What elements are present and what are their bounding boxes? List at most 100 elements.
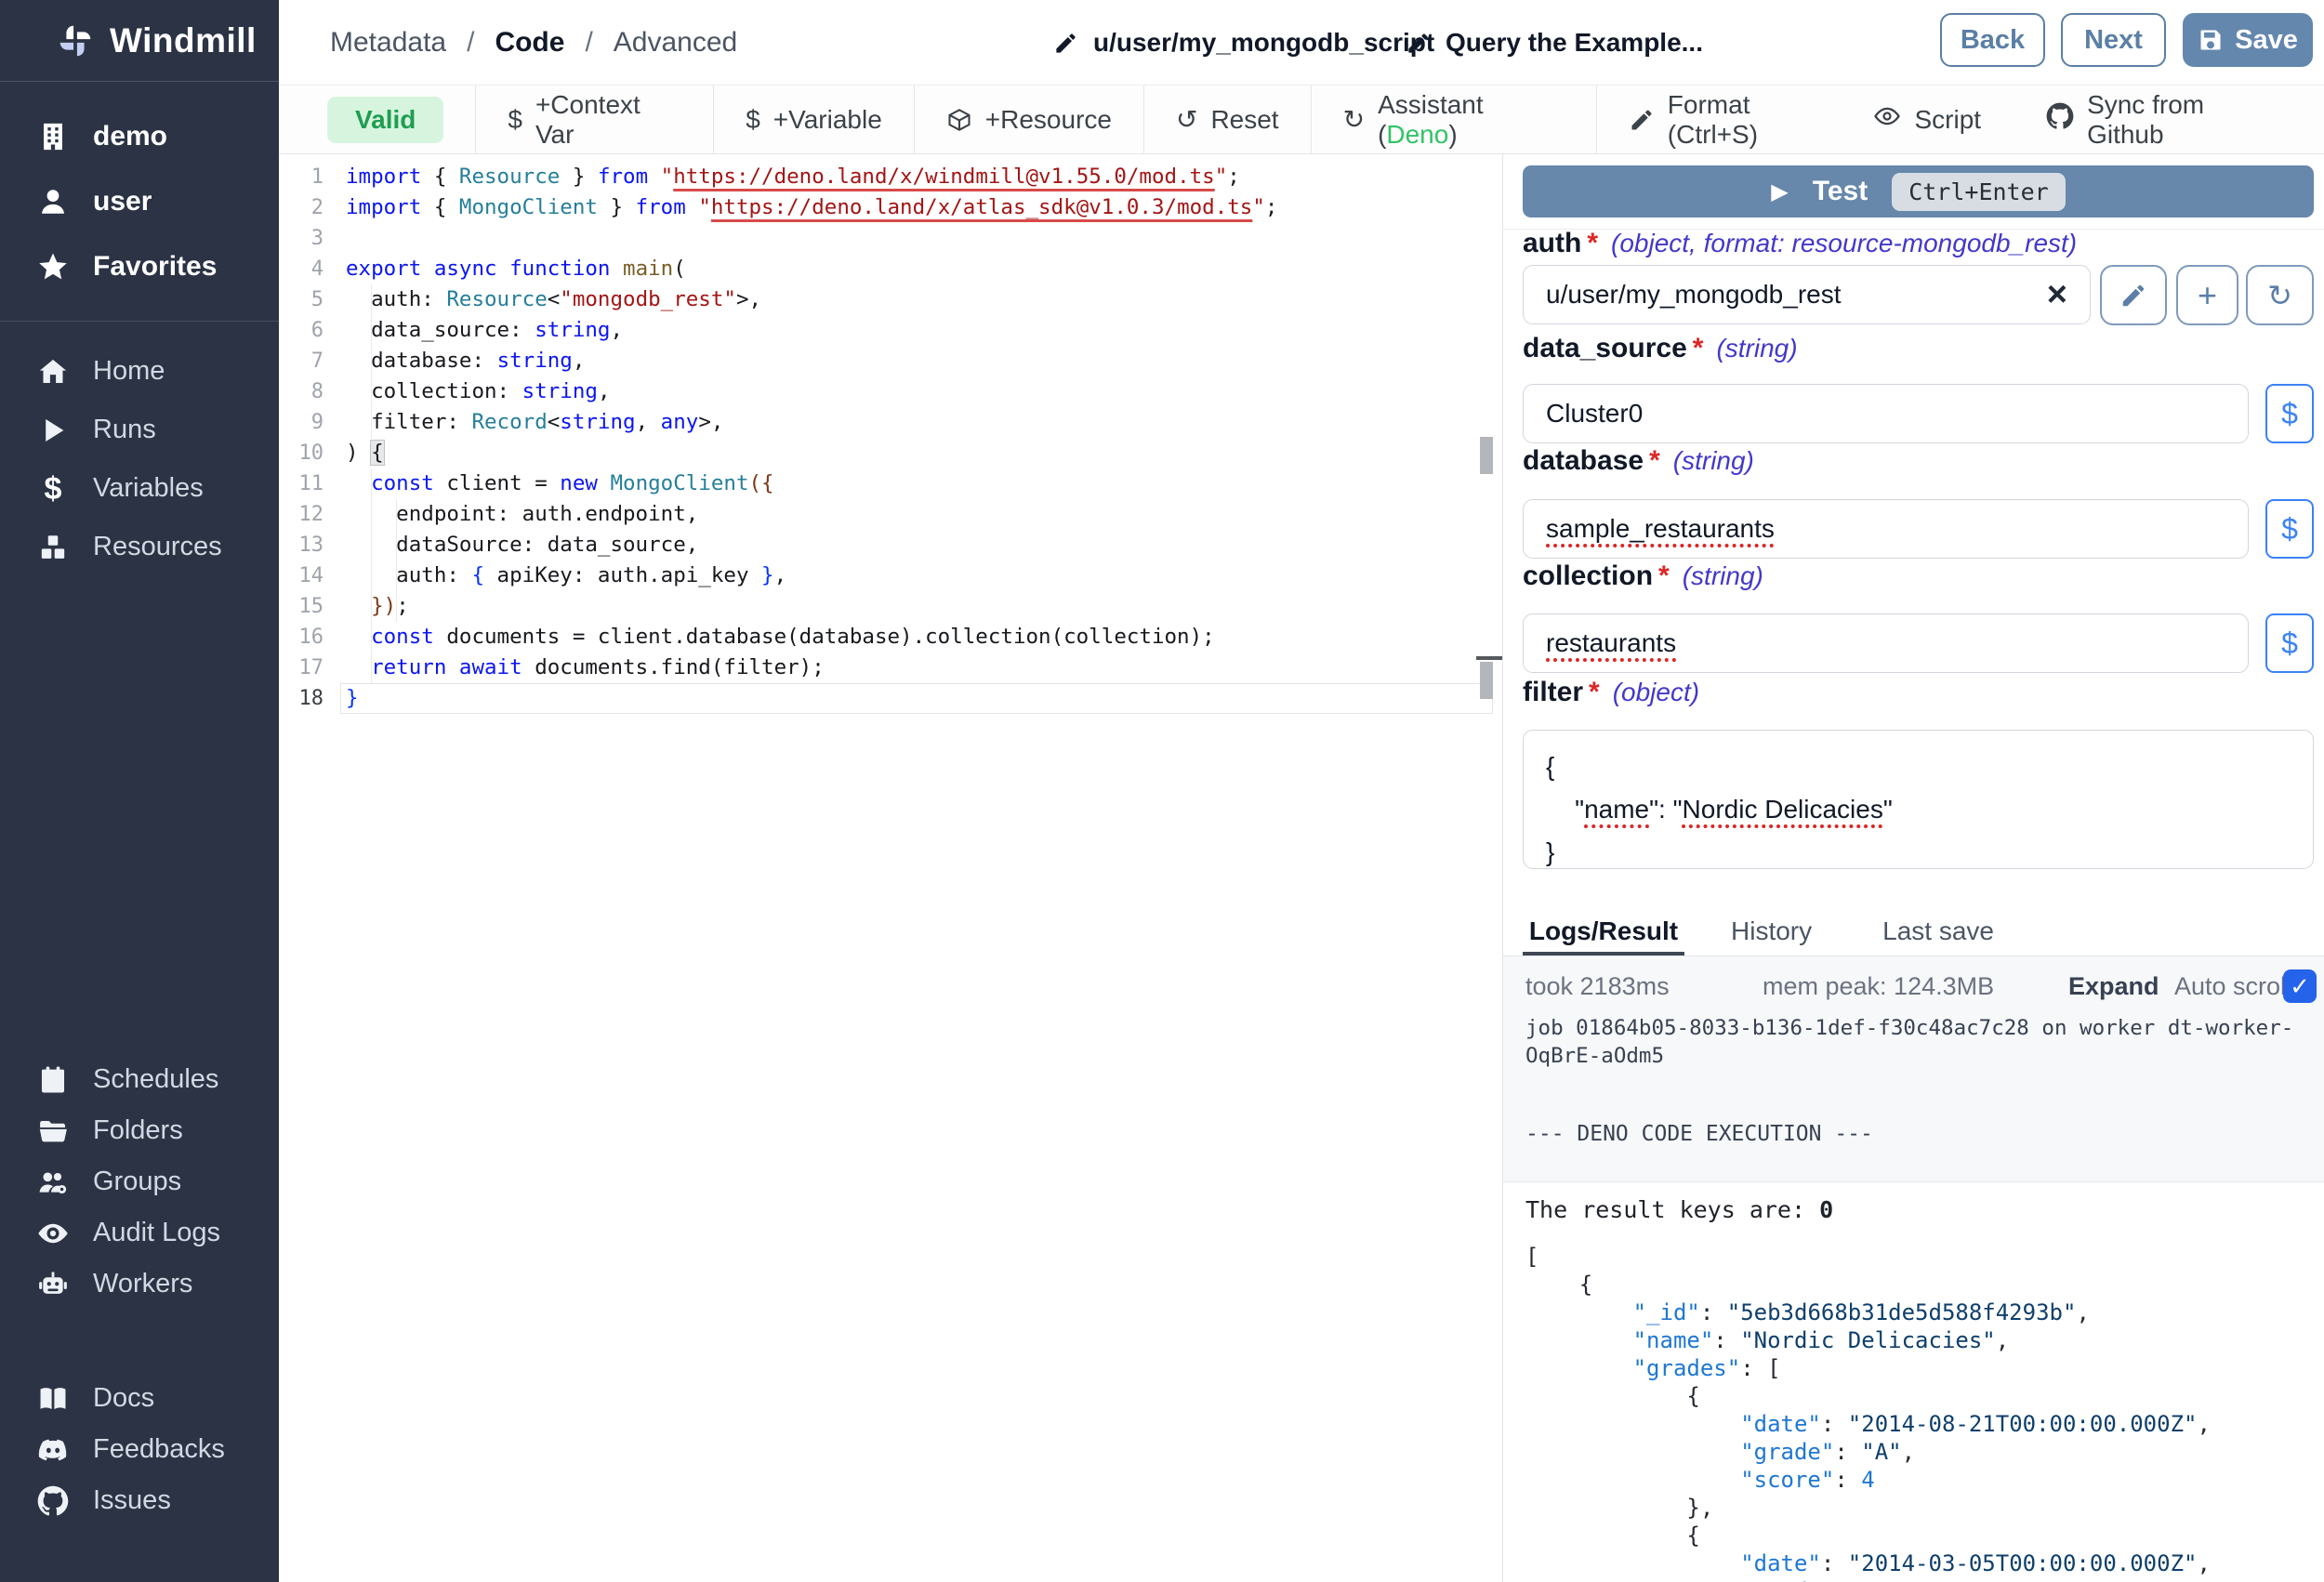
toolbar-button-script[interactable]: Script (1873, 102, 1981, 137)
collection-input[interactable]: restaurants (1523, 613, 2249, 673)
sidebar-item-schedules[interactable]: Schedules (0, 1054, 279, 1105)
sidebar-item-runs[interactable]: Runs (0, 401, 279, 459)
toolbar-button-assistant-deno[interactable]: ↻Assistant (Deno) (1311, 86, 1596, 153)
auth-resource-input[interactable]: u/user/my_mongodb_rest × (1523, 265, 2091, 324)
filter-field-label: filter* (object) (1523, 677, 1699, 708)
add-resource-button[interactable]: + (2176, 265, 2238, 325)
memory-stat: mem peak: 124.3MB (1763, 972, 1994, 1001)
sidebar-workspace-group: demouserFavorites (0, 104, 279, 299)
plus-icon: + (2198, 279, 2217, 312)
building-icon (37, 121, 69, 152)
toolbar-button-context-var[interactable]: $+Context Var (475, 86, 713, 153)
sidebar-item-docs[interactable]: Docs (0, 1373, 279, 1424)
result-json-line: }, (1525, 1494, 1713, 1522)
app-title: Windmill (110, 21, 257, 60)
edit-resource-button[interactable] (2100, 265, 2167, 325)
result-json-line: "score": 4 (1525, 1466, 1875, 1494)
sidebar-item-issues[interactable]: Issues (0, 1475, 279, 1526)
clear-icon[interactable]: × (2047, 277, 2067, 312)
pencil-icon (1406, 31, 1431, 56)
shortcut-chip: Ctrl+Enter (1892, 173, 2066, 211)
tab-logs-result[interactable]: Logs/Result (1523, 916, 1684, 946)
windmill-logo-icon (54, 20, 97, 62)
toolbar-button-reset[interactable]: ↺Reset (1143, 86, 1311, 153)
auth-resource-value: u/user/my_mongodb_rest (1546, 280, 2047, 310)
code-editor[interactable]: import { Resource } from "https://deno.l… (279, 154, 1502, 1582)
sidebar-item-workers[interactable]: Workers (0, 1259, 279, 1310)
autoscroll-checkbox[interactable]: ✓ (2283, 969, 2317, 1003)
toolbar-button-resource[interactable]: +Resource (914, 86, 1143, 153)
required-asterisk: * (1693, 333, 1704, 364)
job-log-line: job 01864b05-8033-b136-1def-f30c48ac7c28… (1525, 1014, 2312, 1070)
back-button[interactable]: Back (1940, 13, 2045, 67)
pencil-icon (2119, 282, 2147, 310)
sidebar-item-audit-logs[interactable]: Audit Logs (0, 1207, 279, 1259)
script-path: u/user/my_mongodb_script (1093, 28, 1434, 58)
toolbar-button-variable[interactable]: $+Variable (713, 86, 914, 153)
refresh-resource-button[interactable]: ↻ (2246, 265, 2314, 325)
sidebar-item-variables[interactable]: $Variables (0, 459, 279, 518)
result-json-line: "_id": "5eb3d668b31de5d588f4293b", (1525, 1299, 2090, 1326)
line-number: 12 (279, 499, 324, 530)
sidebar-item-groups[interactable]: Groups (0, 1156, 279, 1207)
tab-metadata[interactable]: Metadata (330, 27, 446, 59)
line-number: 3 (279, 223, 324, 254)
tab-last-save[interactable]: Last save (1869, 916, 2007, 946)
folder-icon (37, 1115, 69, 1147)
autoscroll-label: Auto scroll (2174, 972, 2291, 1001)
auth-field-label: auth* (object, format: resource-mongodb_… (1523, 228, 2077, 259)
sidebar-item-favorites[interactable]: Favorites (0, 234, 279, 299)
cube-icon (946, 107, 972, 133)
current-line-highlight (340, 683, 1493, 714)
data-source-input[interactable]: Cluster0 (1523, 384, 2249, 443)
sidebar-item-folders[interactable]: Folders (0, 1105, 279, 1156)
script-summary-edit[interactable]: Query the Example... (1406, 0, 1703, 86)
script-path-edit[interactable]: u/user/my_mongodb_script (1053, 0, 1434, 86)
tab-code[interactable]: Code (495, 27, 564, 59)
toolbar-button-sync-from-github[interactable]: Sync from Github (2046, 90, 2278, 150)
workspace-logo[interactable]: Windmill (0, 0, 279, 82)
test-button[interactable]: ▶ Test Ctrl+Enter (1523, 165, 2314, 218)
editor-scrollbar-thumb[interactable] (1480, 437, 1493, 474)
field-type: (string) (1673, 446, 1754, 476)
field-name: filter (1523, 677, 1583, 708)
tab-history[interactable]: History (1710, 916, 1832, 946)
filter-line: "name": "Nordic Delicacies" (1546, 788, 2291, 831)
next-button[interactable]: Next (2061, 13, 2166, 67)
code-line-5: auth: Resource<"mongodb_rest">, (346, 284, 761, 315)
sidebar-item-home[interactable]: Home (0, 342, 279, 401)
sidebar-admin-group: SchedulesFoldersGroupsAudit LogsWorkers (0, 1054, 279, 1310)
sidebar-item-demo[interactable]: demo (0, 104, 279, 169)
collection-var-button[interactable]: $ (2265, 613, 2314, 673)
expand-button[interactable]: Expand (2068, 972, 2159, 1001)
filter-key: name (1584, 795, 1649, 824)
line-number: 15 (279, 591, 324, 622)
windmill-script-editor: Windmill demouserFavorites HomeRuns$Vari… (0, 0, 2324, 1582)
database-input[interactable]: sample_restaurants (1523, 499, 2249, 559)
editor-scrollbar-thumb[interactable] (1480, 662, 1493, 699)
sidebar-item-user[interactable]: user (0, 169, 279, 234)
save-icon (2198, 27, 2224, 53)
result-json-line: "grades": [ (1525, 1354, 1781, 1382)
sidebar-item-resources[interactable]: Resources (0, 518, 279, 576)
line-number: 7 (279, 346, 324, 376)
user-icon (37, 186, 69, 218)
code-line-13: dataSource: data_source, (346, 530, 698, 560)
book-icon (37, 1383, 69, 1415)
line-number: 4 (279, 254, 324, 284)
database-var-button[interactable]: $ (2265, 499, 2314, 559)
result-json-line: { (1525, 1522, 1700, 1549)
tab-advanced[interactable]: Advanced (614, 27, 737, 59)
filter-json-editor[interactable]: { "name": "Nordic Delicacies"} (1523, 730, 2314, 869)
toolbar-button-format-ctrl-s[interactable]: Format (Ctrl+S) (1596, 86, 1874, 153)
sidebar-item-feedbacks[interactable]: Feedbacks (0, 1424, 279, 1475)
data-source-field-label: data_source* (string) (1523, 333, 1798, 364)
result-json-line: { (1525, 1382, 1700, 1410)
field-type: (string) (1716, 334, 1797, 363)
save-label: Save (2235, 25, 2298, 56)
data-source-var-button[interactable]: $ (2265, 384, 2314, 443)
required-asterisk: * (1649, 445, 1660, 477)
line-number: 18 (279, 683, 324, 714)
script-summary: Query the Example... (1446, 28, 1703, 58)
save-button[interactable]: Save (2183, 13, 2313, 67)
